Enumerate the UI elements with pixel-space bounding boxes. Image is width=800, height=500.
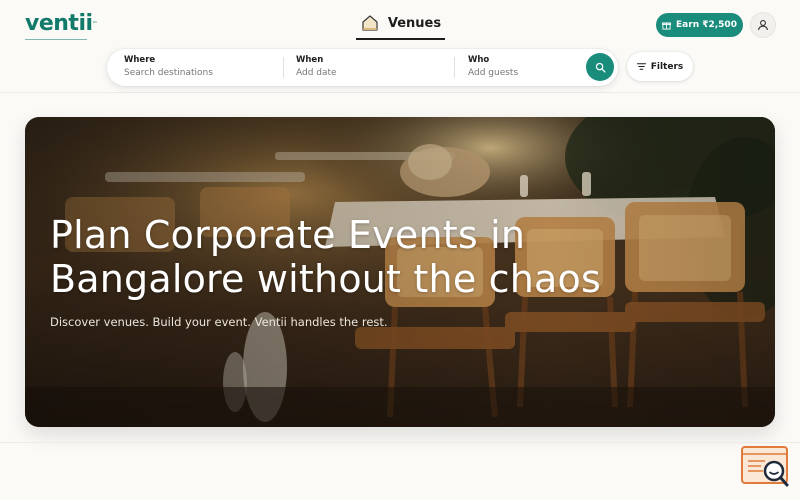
filters-button[interactable]: Filters [627,52,693,81]
hero-banner: Plan Corporate Events in Bangalore witho… [25,117,775,427]
brand-logo[interactable]: ventii™ [25,12,97,41]
gift-icon [662,22,672,30]
filter-lines-icon [636,63,646,70]
user-menu-button[interactable] [750,12,776,38]
when-placeholder: Add date [296,68,337,78]
who-field[interactable]: Who Add guests [468,49,578,86]
earn-referral-button[interactable]: Earn ₹2,500 [656,13,743,37]
where-placeholder: Search destinations [124,68,213,78]
logo-text: ventii [25,11,93,36]
earn-label: Earn ₹2,500 [676,20,737,30]
tab-venues[interactable]: Venues [356,8,445,40]
top-header: ventii™ Venues Earn ₹2,500 Where Search … [0,0,800,93]
support-search-icon [741,446,789,487]
search-icon [595,62,606,73]
home-icon [362,15,378,31]
where-field[interactable]: Where Search destinations [124,49,284,86]
when-label: When [296,55,324,65]
tab-venues-label: Venues [387,15,442,31]
search-button[interactable] [586,53,614,81]
search-divider [283,57,284,78]
hero-subtitle: Discover venues. Build your event. Venti… [50,315,388,329]
page: ventii™ Venues Earn ₹2,500 Where Search … [0,0,800,500]
support-widget-button[interactable] [741,445,791,490]
search-bar: Where Search destinations When Add date … [107,49,618,86]
who-placeholder: Add guests [468,68,519,78]
hero-title: Plan Corporate Events in Bangalore witho… [50,213,601,301]
when-field[interactable]: When Add date [296,49,446,86]
who-label: Who [468,55,490,65]
logo-trademark: ™ [92,21,98,27]
where-label: Where [124,55,156,65]
logo-tagline-graphic [25,39,87,40]
filters-label: Filters [650,61,684,72]
user-icon [757,20,769,31]
section-divider [0,442,800,443]
search-divider [454,57,455,78]
